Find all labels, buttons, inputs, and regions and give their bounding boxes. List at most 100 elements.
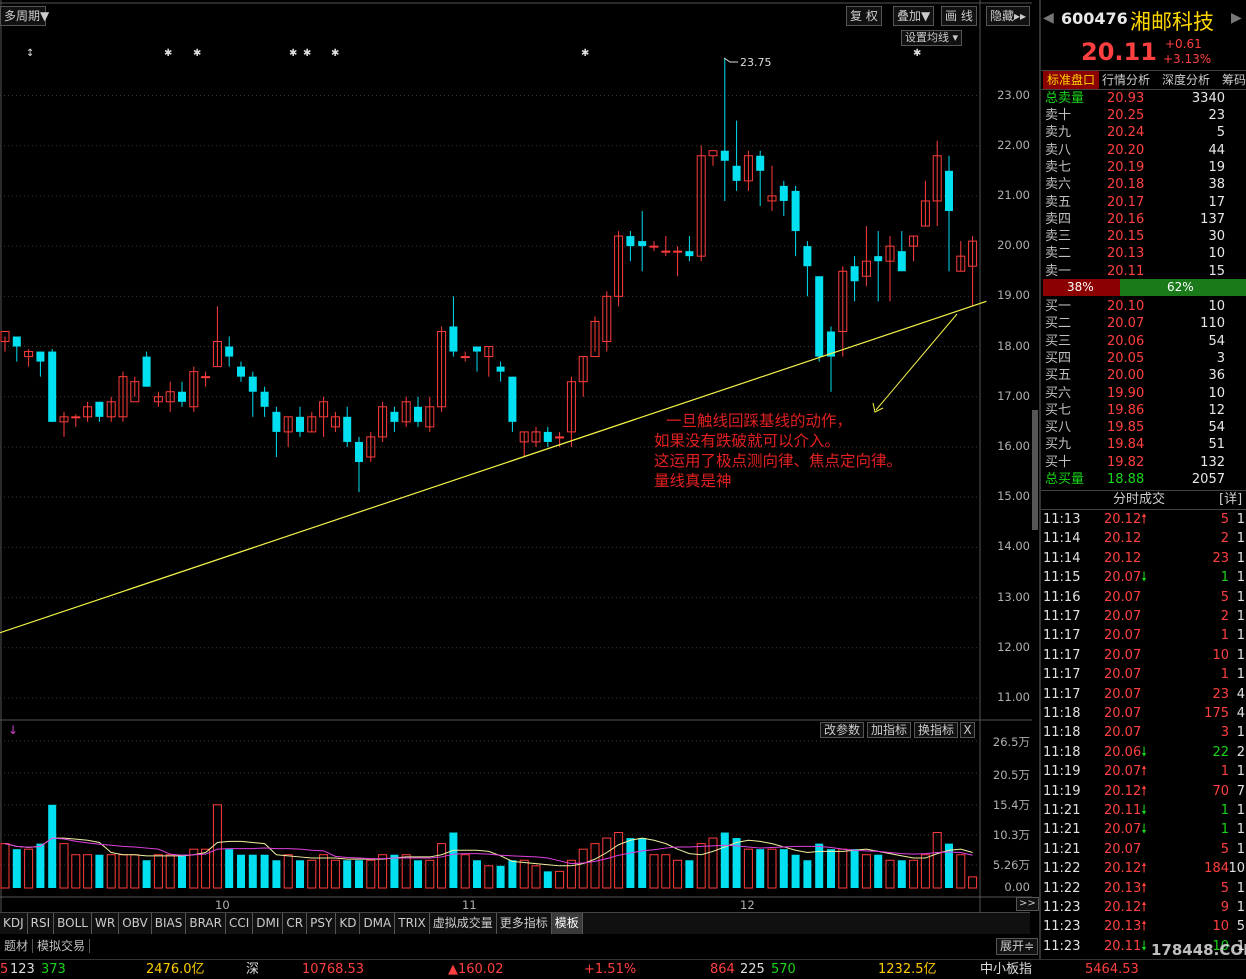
trade-row: 11:19 20.07🠕 1 1 <box>1043 762 1246 781</box>
price-tick-label: 22.00 <box>997 137 1030 152</box>
depth-row[interactable]: 买三 20.06 54 <box>1045 333 1245 350</box>
candle-body <box>508 376 517 422</box>
tab-deep[interactable]: 深度分析 <box>1162 71 1210 89</box>
trade-count: 10 <box>1228 861 1245 877</box>
indicator-tab[interactable]: 模板 <box>551 913 583 934</box>
depth-row[interactable]: 卖三 20.15 30 <box>1045 228 1245 245</box>
trade-row: 11:22 20.13🠕 5 1 <box>1043 879 1246 898</box>
candle-body <box>225 346 234 357</box>
trade-time: 11:23 <box>1043 919 1081 935</box>
depth-price: 19.85 <box>1107 420 1145 436</box>
param-button[interactable]: 改参数 <box>820 722 865 738</box>
scrollbar[interactable] <box>1032 410 1038 530</box>
event-marker-icon: ✱ <box>913 48 921 59</box>
subtab-topic[interactable]: 题材 <box>0 939 34 953</box>
indicator-tab[interactable]: KD <box>336 913 361 934</box>
ma-setting-button[interactable]: 设置均线 ▾ <box>901 30 963 46</box>
indicator-tab[interactable]: RSI <box>28 913 55 934</box>
hide-button[interactable]: 隐藏▸▸ <box>986 6 1031 26</box>
depth-row[interactable]: 买十 19.82 132 <box>1045 454 1245 471</box>
depth-row[interactable]: 买一 20.10 10 <box>1045 298 1245 315</box>
indicator-tab[interactable]: BIAS <box>152 913 187 934</box>
indicator-tab[interactable]: TRIX <box>395 913 430 934</box>
depth-row[interactable]: 卖十 20.25 23 <box>1045 107 1245 124</box>
trade-count: 1 <box>1236 647 1245 663</box>
depth-row[interactable]: 买五 20.00 36 <box>1045 367 1245 384</box>
volume-bar <box>838 848 848 889</box>
trade-price: 20.07 <box>1104 706 1142 721</box>
depth-row[interactable]: 总卖量 20.93 3340 <box>1045 90 1245 107</box>
depth-row[interactable]: 总买量 18.88 2057 <box>1045 471 1245 488</box>
depth-row[interactable]: 卖五 20.17 17 <box>1045 194 1245 211</box>
swap-indicator-button[interactable]: 换指标 <box>914 722 959 738</box>
indicator-tab[interactable]: KDJ <box>0 913 28 934</box>
depth-row[interactable]: 买九 19.84 51 <box>1045 436 1245 453</box>
depth-row[interactable]: 卖六 20.18 38 <box>1045 176 1245 193</box>
prev-stock-icon[interactable]: ◀ <box>1043 10 1054 26</box>
indicator-tab[interactable]: 更多指标 <box>497 913 552 934</box>
price-change-pct: +3.13% <box>1163 52 1212 66</box>
status-down-count: 373 <box>41 962 66 977</box>
depth-row[interactable]: 卖二 20.13 10 <box>1045 245 1245 262</box>
volume-tick-label: 0.00 <box>1004 880 1030 894</box>
expand-button[interactable]: 展开≑ <box>996 938 1039 955</box>
depth-row[interactable]: 买六 19.90 10 <box>1045 385 1245 402</box>
volume-bar <box>767 848 777 889</box>
depth-row[interactable]: 卖一 20.11 15 <box>1045 263 1245 280</box>
depth-row[interactable]: 买八 19.85 54 <box>1045 419 1245 436</box>
fq-button[interactable]: 复 权 <box>846 6 882 26</box>
trade-price: 20.07 <box>1104 609 1142 624</box>
close-indicator-button[interactable]: X <box>960 722 975 738</box>
tab-standard[interactable]: 标准盘口 <box>1043 71 1099 89</box>
tab-chips[interactable]: 筹码 <box>1222 71 1246 89</box>
depth-row[interactable]: 卖四 20.16 137 <box>1045 211 1245 228</box>
indicator-tab[interactable]: WR <box>92 913 120 934</box>
status-flat-count: 123 <box>10 962 35 977</box>
scroll-right-button[interactable]: >> <box>1016 897 1039 911</box>
candle-body <box>945 170 953 211</box>
tab-analysis[interactable]: 行情分析 <box>1102 71 1150 89</box>
trade-volume: 5 <box>1220 589 1229 605</box>
depth-row[interactable]: 卖八 20.20 44 <box>1045 142 1245 159</box>
down-arrow-icon: 🠗 <box>1141 570 1147 586</box>
trade-count: 1 <box>1236 822 1245 838</box>
period-selector[interactable]: 多周期▼ <box>0 6 49 26</box>
depth-row[interactable]: 买四 20.05 3 <box>1045 350 1245 367</box>
depth-volume: 10 <box>1208 299 1225 314</box>
candle-body <box>414 406 422 422</box>
subtab-sim-trade[interactable]: 模拟交易 <box>33 939 91 953</box>
trade-row: 11:19 20.12🠕 70 7 <box>1043 782 1246 801</box>
indicator-tab[interactable]: PSY <box>307 913 337 934</box>
indicator-tab[interactable]: 虚拟成交量 <box>430 913 497 934</box>
next-stock-icon[interactable]: ▶ <box>1231 10 1242 26</box>
add-indicator-button[interactable]: 加指标 <box>867 722 912 738</box>
indicator-tab[interactable]: CCI <box>226 913 254 934</box>
volume-bar <box>815 843 824 888</box>
depth-row[interactable]: 买二 20.07 110 <box>1045 315 1245 332</box>
trade-count: 4 <box>1236 686 1245 702</box>
indicator-tab[interactable]: OBV <box>119 913 152 934</box>
price-tick-label: 20.00 <box>997 238 1030 253</box>
trade-count: 1 <box>1236 841 1245 857</box>
trade-count: 1 <box>1236 550 1245 566</box>
indicator-tab[interactable]: BOLL <box>54 913 92 934</box>
depth-row[interactable]: 卖七 20.19 19 <box>1045 159 1245 176</box>
overlay-button[interactable]: 叠加▼ <box>893 6 935 26</box>
depth-row[interactable]: 买七 19.86 12 <box>1045 402 1245 419</box>
depth-label: 卖一 <box>1045 263 1072 279</box>
indicator-tab[interactable]: CR <box>283 913 308 934</box>
status-up-count: 5 <box>0 962 9 977</box>
trades-detail-link[interactable]: [详] <box>1219 491 1242 509</box>
indicator-tab[interactable]: BRAR <box>186 913 226 934</box>
trade-time: 11:18 <box>1043 725 1081 741</box>
draw-line-button[interactable]: 画 线 <box>941 6 977 26</box>
event-marker-icon: ↕ <box>26 48 34 59</box>
indicator-tab[interactable]: DMA <box>360 913 396 934</box>
trade-volume: 10 <box>1212 919 1229 935</box>
volume-bar <box>827 849 835 888</box>
volume-bar <box>861 854 871 889</box>
volume-bar <box>614 832 624 889</box>
depth-row[interactable]: 卖九 20.24 5 <box>1045 124 1245 141</box>
up-arrow-icon: 🠕 <box>1141 900 1147 915</box>
indicator-tab[interactable]: DMI <box>253 913 284 934</box>
